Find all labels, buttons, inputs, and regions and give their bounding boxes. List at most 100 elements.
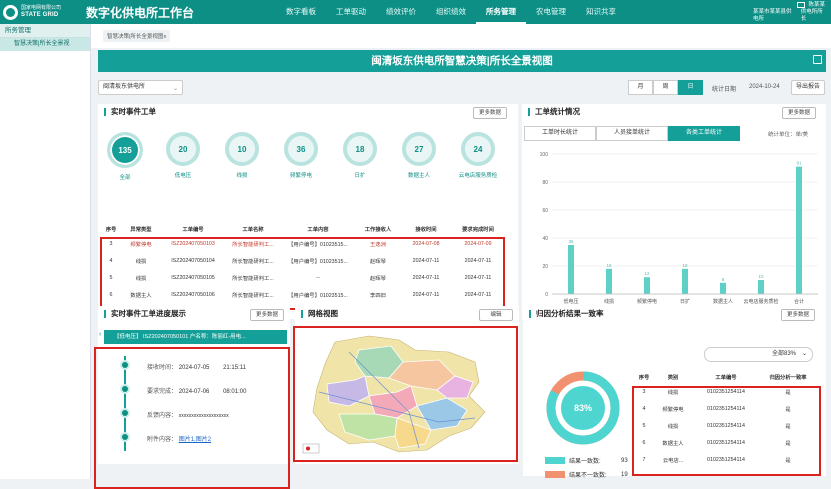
stats-more-button[interactable]: 更多数据	[782, 107, 816, 119]
top-bar: 国家电网有限公司 STATE GRID 数字化供电所工作台 数字看板 工单驱动 …	[0, 0, 831, 24]
col-header: 工单内容	[307, 226, 329, 233]
stats-segment: 工单时长统计 人员接单统计 各类工单统计	[524, 126, 740, 141]
circle-line-loss-label: 线损	[236, 173, 248, 179]
circle-low-voltage-value: 20	[166, 132, 200, 166]
data-label: 12	[644, 271, 650, 276]
progress-title: 实时事件工单进度展示	[104, 310, 186, 318]
org-select[interactable]: 闽清坂东供电所 ⌄	[98, 80, 183, 95]
sidebar: 所务管理 智慧决策|所长全景视	[0, 24, 91, 479]
user-area[interactable]: 陈某某 某某市某某县供电所 供电所所长	[753, 2, 831, 23]
y-tick-label: 20	[542, 264, 548, 270]
y-tick-label: 0	[545, 292, 548, 298]
circle-service-check-value: 24	[461, 132, 495, 166]
user-name: 陈某某	[808, 1, 825, 8]
mail-icon[interactable]	[797, 2, 806, 8]
circle-all-label: 全部	[119, 175, 131, 181]
circle-frequent-outage[interactable]: 36 频繁停电	[277, 132, 325, 179]
circle-data-owner-value: 27	[402, 132, 436, 166]
table-header-row: 序号 异常类型 工单编号 工单名称 工单内容 工作接收人 接收时间 要求完成时间	[102, 222, 514, 235]
data-label: 18	[682, 263, 688, 268]
seg-category-button[interactable]: 各类工单统计	[668, 126, 740, 141]
state-grid-logo: 国家电网有限公司 STATE GRID	[0, 4, 80, 20]
legend-value: 93	[621, 457, 628, 464]
col-header: 工单名称	[242, 226, 264, 233]
circle-service-check[interactable]: 24 云电店服务质检	[454, 132, 502, 179]
y-tick-label: 80	[542, 180, 548, 186]
fullscreen-icon[interactable]	[813, 55, 822, 64]
bar[interactable]	[644, 277, 650, 294]
bar[interactable]	[682, 268, 688, 294]
tab-decision-view[interactable]: 智慧决策|所长全景视图x	[103, 30, 171, 42]
circle-data-owner[interactable]: 27 数据主人	[395, 132, 443, 179]
state-grid-logo-icon	[3, 4, 18, 20]
bar[interactable]	[606, 268, 612, 294]
nav-item-performance[interactable]: 绩效评价	[376, 0, 426, 24]
progress-more-button[interactable]: 更多数据	[250, 309, 284, 321]
legend-label: 结果一致数:	[569, 459, 601, 465]
nav-item-workorder[interactable]: 工单驱动	[326, 0, 376, 24]
circle-all[interactable]: 135 全部	[101, 132, 149, 181]
circle-frequent-outage-value: 36	[284, 132, 318, 166]
nav-item-station-management[interactable]: 所务管理	[476, 0, 526, 24]
progress-panel: 实时事件工单进度展示 更多数据 【低电压】 ISZ202407050101 户名…	[94, 306, 290, 489]
page-title-banner: 闽清坂东供电所智慧决策|所长全景视图	[98, 50, 826, 72]
legend-swatch	[545, 457, 565, 464]
sidebar-item-decision-view[interactable]: 智慧决策|所长全景视	[0, 38, 90, 51]
legend-consistent: 结果一致数: 93	[545, 456, 628, 465]
attribution-filter-select[interactable]: 全部83% ⌄	[704, 347, 813, 362]
circle-line-loss-value: 10	[225, 132, 259, 166]
data-label: 18	[606, 263, 612, 268]
circle-line-loss[interactable]: 10 线损	[218, 132, 266, 179]
circle-frequent-outage-label: 频繁停电	[289, 173, 312, 179]
realtime-more-button[interactable]: 更多数据	[473, 107, 507, 119]
legend-label: 结果不一致数:	[569, 473, 607, 479]
bar[interactable]	[758, 280, 764, 294]
period-day-button[interactable]: 日	[678, 80, 703, 95]
col-header: 归因分析一致率	[769, 374, 807, 381]
filter-bar: 闽清坂东供电所 ⌄ 月 周 日 统计日期 2024-10-24 导出报告	[98, 78, 826, 98]
period-week-button[interactable]: 周	[653, 80, 678, 95]
bar[interactable]	[796, 166, 802, 294]
donut-percent-label: 83%	[574, 403, 592, 413]
nav-item-knowledge[interactable]: 知识共享	[576, 0, 626, 24]
col-header: 异常类型	[130, 226, 152, 233]
nav-item-org-performance[interactable]: 组织绩效	[426, 0, 476, 24]
date-value[interactable]: 2024-10-24	[749, 84, 780, 90]
nav-item-rural-power[interactable]: 农电管理	[526, 0, 576, 24]
col-header: 序号	[638, 374, 650, 381]
col-header: 工单编号	[182, 226, 204, 233]
bar[interactable]	[568, 245, 574, 294]
nav-item-dashboard[interactable]: 数字看板	[276, 0, 326, 24]
tab-close-icon[interactable]: x	[163, 34, 166, 40]
attribution-title: 归因分析结果一致率	[529, 310, 604, 318]
col-header: 序号	[105, 226, 117, 233]
circle-expansion[interactable]: 18 日扩	[336, 132, 384, 179]
seg-duration-button[interactable]: 工单时长统计	[524, 126, 596, 141]
data-label: 91	[796, 161, 802, 166]
realtime-panel: 实时事件工单 更多数据 135 全部 20 低电压 10 线损 36 频繁停电 …	[98, 104, 518, 319]
category-bar-chart: 0 20 40 60 80 100 35 低电压 18 线损 12 频繁停电 18 日扩 8 数据主人 10 云电…	[540, 152, 818, 305]
highlight-box	[94, 347, 290, 489]
attribution-more-button[interactable]: 更多数据	[781, 309, 815, 321]
y-tick-label: 40	[542, 236, 548, 242]
grid-view-edit-button[interactable]: 编辑	[479, 309, 513, 321]
bar[interactable]	[720, 282, 726, 294]
circle-all-value: 135	[107, 132, 143, 168]
sidebar-group-station-management[interactable]: 所务管理	[0, 24, 90, 38]
attribution-filter-value: 全部83%	[771, 351, 796, 357]
progress-header: 【低电压】 ISZ202407050101 户名称：陈丽红-用电...	[104, 330, 287, 344]
y-tick-label: 60	[542, 208, 548, 214]
export-report-button[interactable]: 导出报告	[791, 80, 825, 95]
chevron-left-icon[interactable]: ‹	[99, 331, 101, 338]
main-content: 智慧决策|所长全景视图x 闽清坂东供电所智慧决策|所长全景视图 闽清坂东供电所 …	[91, 24, 831, 489]
x-tick-label: 线损	[604, 298, 614, 305]
period-month-button[interactable]: 月	[628, 80, 653, 95]
circle-low-voltage[interactable]: 20 低电压	[159, 132, 207, 179]
col-header: 工作接收人	[364, 226, 392, 233]
table-header-row: 序号 类别 工单编号 归因分析一致率	[635, 370, 819, 383]
org-select-value: 闽清坂东供电所	[103, 84, 146, 90]
seg-person-button[interactable]: 人员接单统计	[596, 126, 668, 141]
attribution-panel: 归因分析结果一致率 更多数据 全部83% ⌄ 83% 结果一致数: 93 结果不…	[523, 306, 826, 479]
x-tick-label: 云电店服务质检	[743, 298, 778, 305]
page-title: 闽清坂东供电所智慧决策|所长全景视图	[371, 55, 553, 67]
